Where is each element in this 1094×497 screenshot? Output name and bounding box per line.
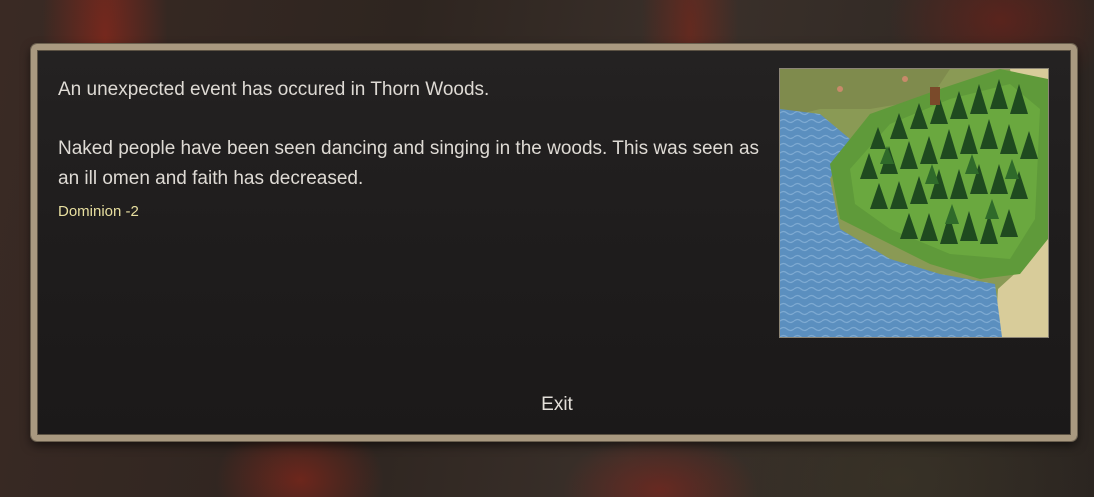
- event-text: An unexpected event has occured in Thorn…: [58, 75, 768, 222]
- event-description: Naked people have been seen dancing and …: [58, 138, 760, 189]
- map-illustration: [780, 69, 1048, 337]
- exit-button[interactable]: Exit: [517, 390, 597, 420]
- event-dialog: An unexpected event has occured in Thorn…: [31, 44, 1077, 441]
- event-location-map: [779, 68, 1049, 338]
- event-effect: Dominion -2: [58, 203, 139, 220]
- event-intro: An unexpected event has occured in Thorn…: [58, 79, 490, 100]
